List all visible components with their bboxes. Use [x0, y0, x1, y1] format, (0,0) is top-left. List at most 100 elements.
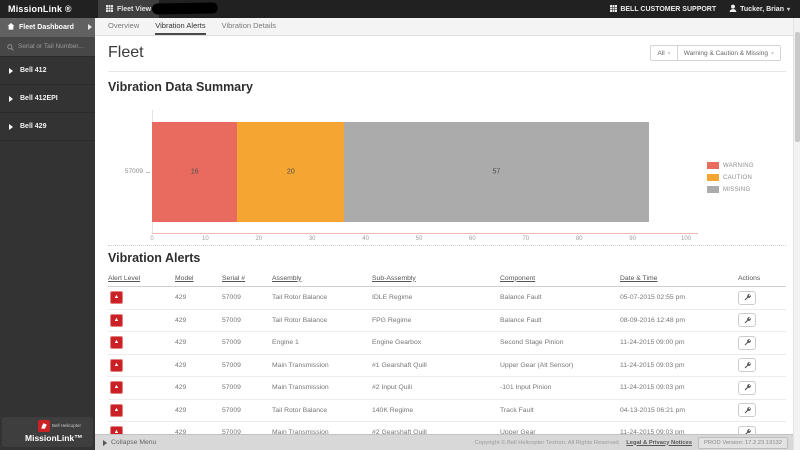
customer-support-menu[interactable]: BELL CUSTOMER SUPPORT	[610, 5, 716, 14]
col-header-sub-assembly[interactable]: Sub-Assembly	[372, 275, 500, 282]
search-icon	[7, 38, 14, 56]
search-input[interactable]	[18, 43, 90, 50]
alerts-heading: Vibration Alerts	[108, 251, 200, 265]
cell-model: 429	[175, 339, 222, 346]
cell-datetime: 05-07-2015 02:55 pm	[620, 294, 738, 301]
col-header-component[interactable]: Component	[500, 275, 620, 282]
x-tick-label: 60	[469, 236, 476, 242]
filter-group: All▾Warning & Caution & Missing▾	[650, 45, 781, 61]
fleet-view-label: Fleet View	[117, 6, 151, 13]
missionlink-footer-brand: MissionLink™	[25, 433, 83, 443]
redaction-blob	[152, 2, 218, 14]
cell-component: -101 Input Pinion	[500, 384, 620, 391]
col-header-alert-level[interactable]: Alert Level	[108, 275, 175, 282]
alerts-table: Alert LevelModelSerial #AssemblySub-Asse…	[108, 270, 786, 445]
alert-row: ▲42957009Tail Rotor BalanceFPG RegimeBal…	[108, 310, 786, 333]
legend-swatch	[707, 162, 719, 169]
sidebar-item-fleet-dashboard[interactable]: Fleet Dashboard	[0, 18, 95, 37]
segment-value: 20	[287, 169, 295, 176]
col-header-assembly[interactable]: Assembly	[272, 275, 372, 282]
vertical-scrollbar[interactable]	[793, 18, 800, 450]
top-bar-right: BELL CUSTOMER SUPPORT Tucker, Brian ▾	[610, 0, 790, 18]
wrench-icon	[743, 313, 752, 327]
action-button[interactable]	[738, 403, 756, 417]
filter-dropdown-warning-caution-missing[interactable]: Warning & Caution & Missing▾	[678, 45, 781, 61]
support-label: BELL CUSTOMER SUPPORT	[620, 6, 716, 13]
cell-component: Second Stage Pinion	[500, 339, 620, 346]
summary-heading: Vibration Data Summary	[108, 80, 253, 94]
user-menu[interactable]: Tucker, Brian ▾	[729, 4, 790, 14]
footer-bar: Collapse Menu Copyright © Bell Helicopte…	[95, 434, 793, 450]
cell-assembly: Engine 1	[272, 339, 372, 346]
cell-actions	[738, 291, 786, 305]
sidebar-item-label: Bell 412EPI	[20, 95, 58, 102]
legal-privacy-link[interactable]: Legal & Privacy Notices	[626, 440, 692, 446]
cell-alert-level: ▲	[108, 359, 175, 372]
col-header-model[interactable]: Model	[175, 275, 222, 282]
copyright-text: Copyright © Bell Helicopter Textron. All…	[475, 440, 621, 446]
action-button[interactable]	[738, 358, 756, 372]
stacked-bar: 16 20 57	[152, 122, 686, 222]
chart-legend: WARNINGCAUTIONMISSING	[707, 162, 754, 198]
filter-dropdown-all[interactable]: All▾	[650, 45, 677, 61]
sidebar-item-label: Bell 412	[20, 67, 46, 74]
tab-vibration-alerts[interactable]: Vibration Alerts	[155, 18, 205, 35]
cell-model: 429	[175, 317, 222, 324]
cell-alert-level: ▲	[108, 381, 175, 394]
top-bar: MissionLink ® Fleet View BELL CUSTOMER S…	[0, 0, 800, 18]
sidebar-search	[0, 37, 95, 57]
action-button[interactable]	[738, 336, 756, 350]
legend-item-caution: CAUTION	[707, 174, 754, 181]
cell-assembly: Main Transmission	[272, 384, 372, 391]
fleet-view-tab[interactable]: Fleet View	[98, 0, 159, 18]
cell-actions	[738, 336, 786, 350]
action-button[interactable]	[738, 291, 756, 305]
x-tick-label: 40	[362, 236, 369, 242]
col-header-serial[interactable]: Serial #	[222, 275, 272, 282]
chevron-right-icon	[9, 68, 13, 74]
x-tick-label: 80	[576, 236, 583, 242]
sidebar-item-bell-412[interactable]: Bell 412	[0, 57, 95, 85]
cell-sub-assembly: #1 Gearshaft Quill	[372, 362, 500, 369]
sidebar-item-bell-412epi[interactable]: Bell 412EPI	[0, 85, 95, 113]
cell-actions	[738, 358, 786, 372]
col-header-date-time[interactable]: Date & Time	[620, 275, 738, 282]
alert-row: ▲42957009Tail Rotor BalanceIDLE RegimeBa…	[108, 287, 786, 310]
bar-segment-warning: 16	[152, 122, 237, 222]
bell-logo-icon	[38, 420, 50, 432]
chevron-right-icon	[9, 96, 13, 102]
cell-component: Balance Fault	[500, 294, 620, 301]
triangle-right-icon	[103, 440, 107, 446]
cell-alert-level: ▲	[108, 314, 175, 327]
collapse-menu-label: Collapse Menu	[111, 439, 156, 446]
cell-sub-assembly: Engine Gearbox	[372, 339, 500, 346]
cell-serial: 57009	[222, 407, 272, 414]
cell-actions	[738, 381, 786, 395]
legend-swatch	[707, 174, 719, 181]
x-tick-label: 0	[150, 236, 153, 242]
caret-down-icon: ▾	[668, 50, 671, 57]
tab-vibration-details[interactable]: Vibration Details	[222, 18, 276, 35]
y-axis-tick	[146, 172, 150, 173]
alert-row: ▲42957009Main Transmission#1 Gearshaft Q…	[108, 355, 786, 378]
sidebar-item-bell-429[interactable]: Bell 429	[0, 113, 95, 141]
collapse-menu-button[interactable]: Collapse Menu	[103, 439, 156, 446]
action-button[interactable]	[738, 381, 756, 395]
tab-overview[interactable]: Overview	[108, 18, 139, 35]
scrollbar-thumb[interactable]	[795, 32, 800, 142]
page-title: Fleet	[108, 44, 144, 62]
wrench-icon	[743, 291, 752, 305]
bar-segment-missing: 57	[344, 122, 648, 222]
action-button[interactable]	[738, 313, 756, 327]
legend-label: MISSING	[723, 187, 750, 193]
dashboard-icon	[7, 23, 15, 32]
x-tick-label: 10	[202, 236, 209, 242]
cell-model: 429	[175, 362, 222, 369]
user-icon	[729, 4, 737, 14]
cell-datetime: 11-24-2015 09:03 pm	[620, 384, 738, 391]
x-tick-label: 70	[522, 236, 529, 242]
bell-missionlink-logo: Bell Helicopter MissionLink™	[2, 417, 93, 447]
cell-serial: 57009	[222, 294, 272, 301]
x-tick-label: 20	[255, 236, 262, 242]
bar-segment-caution: 20	[237, 122, 344, 222]
